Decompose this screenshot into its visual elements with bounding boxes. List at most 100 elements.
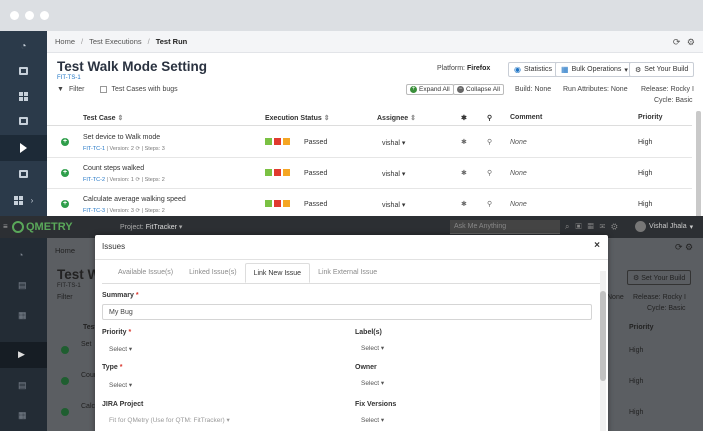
priority: High (638, 139, 653, 146)
breadcrumb: Home / Test Executions / Test Run ⟳ ⚙ (47, 31, 703, 53)
fix-versions-select[interactable]: Select ▾ (361, 416, 384, 424)
bug-icon[interactable]: ✱ (461, 138, 467, 146)
labels-label: Label(s) (355, 329, 382, 336)
cycle-info: Cycle: Basic (654, 97, 693, 104)
jira-project-select[interactable]: Fit for QMetry (Use for QTM: FitTracker)… (109, 416, 230, 424)
reports-icon[interactable]: ▤ (18, 380, 27, 391)
labels-select[interactable]: Select ▾ (361, 344, 384, 352)
bugs-checkbox[interactable] (99, 86, 107, 93)
type-select[interactable]: Select ▾ (109, 381, 132, 389)
link-icon[interactable]: ⚲ (487, 200, 492, 208)
statistics-icon: ◉ (514, 65, 521, 74)
test-case-name[interactable]: Count steps walked (83, 165, 144, 172)
col-execution-status[interactable]: Execution Status ⇕ (265, 114, 330, 122)
modal-scrollbar[interactable] (600, 271, 606, 431)
scrollbar[interactable] (696, 111, 701, 221)
add-circle-icon[interactable]: + (61, 200, 69, 208)
browser-window: ◔ › Home / Test Executions / Test Run ⟳ … (0, 0, 703, 431)
refresh-icon[interactable]: ⟳ ⚙ (675, 242, 693, 253)
tab-linked-issues[interactable]: Linked Issue(s) (181, 263, 244, 283)
tab-available-issues[interactable]: Available Issue(s) (110, 263, 181, 283)
window-dot-maximize[interactable] (40, 11, 49, 20)
breadcrumb-home[interactable]: Home (55, 246, 75, 255)
test-suite-key[interactable]: FIT-TS-1 (57, 75, 81, 81)
tab-link-new-issue[interactable]: Link New Issue (244, 263, 311, 283)
tab-link-external-issue[interactable]: Link External Issue (310, 263, 385, 283)
search-input[interactable]: Ask Me Anything (450, 220, 560, 234)
window-dot-close[interactable] (10, 11, 19, 20)
bug-icon[interactable]: ✱ (461, 200, 467, 208)
build-info: Build: None (515, 86, 552, 93)
set-build-button[interactable]: ⚙ Set Your Build (629, 62, 695, 77)
filter-label[interactable]: Filter (57, 294, 73, 301)
chevron-down-icon: ▾ (624, 66, 628, 74)
sidebar-item-reports[interactable] (0, 161, 47, 187)
status-boxes[interactable] (265, 169, 290, 176)
grid-icon[interactable]: ▦ (18, 310, 27, 321)
breadcrumb-test-executions[interactable]: Test Executions (89, 37, 142, 46)
active-play-item[interactable]: ▶ (0, 342, 47, 368)
platform-value: Firefox (466, 65, 491, 72)
gear-icon[interactable]: ⚙ (687, 37, 695, 47)
comment[interactable]: None (510, 201, 527, 208)
summary-input[interactable]: My Bug (102, 304, 592, 320)
status-boxes[interactable] (265, 138, 290, 145)
test-case-name[interactable]: Calculate average walking speed (83, 196, 186, 203)
add-circle-icon[interactable]: + (61, 169, 69, 177)
collapse-all-button[interactable]: − Collapse All (453, 84, 504, 95)
project-selector[interactable]: Project: FitTracker ▾ (120, 223, 182, 231)
col-assignee[interactable]: Assignee ⇕ (377, 114, 416, 122)
breadcrumb-home[interactable]: Home (55, 37, 75, 46)
run-attributes-info: Run Attributes: None (563, 86, 628, 93)
dashboard-icon[interactable]: ◔ (18, 250, 23, 260)
col-test-case[interactable]: Test Case ⇕ (83, 114, 123, 122)
close-icon[interactable]: × (594, 240, 600, 251)
table-row[interactable]: + Count steps walked FIT-TC-2 | Version:… (47, 158, 692, 189)
sidebar-item-test-cases[interactable] (0, 83, 47, 109)
chevron-right-icon: › (30, 195, 34, 205)
collapse-all-label: Collapse All (466, 86, 500, 93)
add-circle-icon[interactable] (61, 346, 69, 354)
owner-label: Owner (355, 364, 377, 371)
modal-title: Issues (102, 242, 126, 251)
link-icon[interactable]: ⚲ (487, 169, 492, 177)
toolbar-icons[interactable]: ⌕▣▦✉⚙ (565, 222, 624, 232)
add-circle-icon[interactable] (61, 408, 69, 416)
refresh-icon[interactable]: ⟳ (673, 37, 681, 47)
list-icon[interactable]: ▤ (18, 280, 27, 291)
scrollbar-thumb[interactable] (600, 291, 606, 381)
set-build-button[interactable]: ⚙ Set Your Build (627, 270, 692, 285)
test-case-name[interactable]: Set device to Walk mode (83, 134, 160, 141)
filter-label[interactable]: Filter (69, 86, 85, 93)
menu-icon[interactable]: ≡ (3, 222, 8, 231)
window-dot-minimize[interactable] (25, 11, 34, 20)
sort-icon: ⇕ (323, 115, 330, 122)
statistics-button[interactable]: ◉ Statistics (508, 62, 558, 77)
table-row[interactable]: + Set device to Walk mode FIT-TC-1 | Ver… (47, 127, 692, 158)
assignee-dropdown[interactable]: vishal ▾ (382, 170, 405, 178)
bulk-operations-button[interactable]: ▦ Bulk Operations ▾ (555, 62, 634, 77)
expand-all-button[interactable]: + Expand All (406, 84, 454, 95)
comment[interactable]: None (510, 170, 527, 177)
user-menu[interactable]: Vishal Jhala ▾ (635, 221, 693, 232)
grid-icon-2[interactable]: ▦ (18, 410, 27, 421)
add-circle-icon[interactable]: + (61, 138, 69, 146)
sidebar-item-more[interactable]: › (0, 187, 47, 213)
sidebar-item-dashboard[interactable]: ◔ (0, 33, 47, 59)
status-boxes[interactable] (265, 200, 290, 207)
sidebar-item-test-execution[interactable] (0, 135, 47, 161)
assignee-dropdown[interactable]: vishal ▾ (382, 201, 405, 209)
gear-icon: ⚙ (635, 66, 642, 74)
bugs-checkbox-label: Test Cases with bugs (111, 86, 178, 93)
add-circle-icon[interactable] (61, 377, 69, 385)
bug-icon[interactable]: ✱ (461, 169, 467, 177)
filter-icon[interactable]: ▼ (57, 86, 64, 93)
link-icon[interactable]: ⚲ (487, 138, 492, 146)
owner-select[interactable]: Select ▾ (361, 379, 384, 387)
sidebar-item-test-suites[interactable] (0, 108, 47, 134)
sidebar-item-requirements[interactable] (0, 58, 47, 84)
assignee-dropdown[interactable]: vishal ▾ (382, 139, 405, 147)
priority-select[interactable]: Select ▾ (109, 345, 132, 353)
issues-modal: Issues × Available Issue(s) Linked Issue… (95, 235, 608, 431)
comment[interactable]: None (510, 139, 527, 146)
